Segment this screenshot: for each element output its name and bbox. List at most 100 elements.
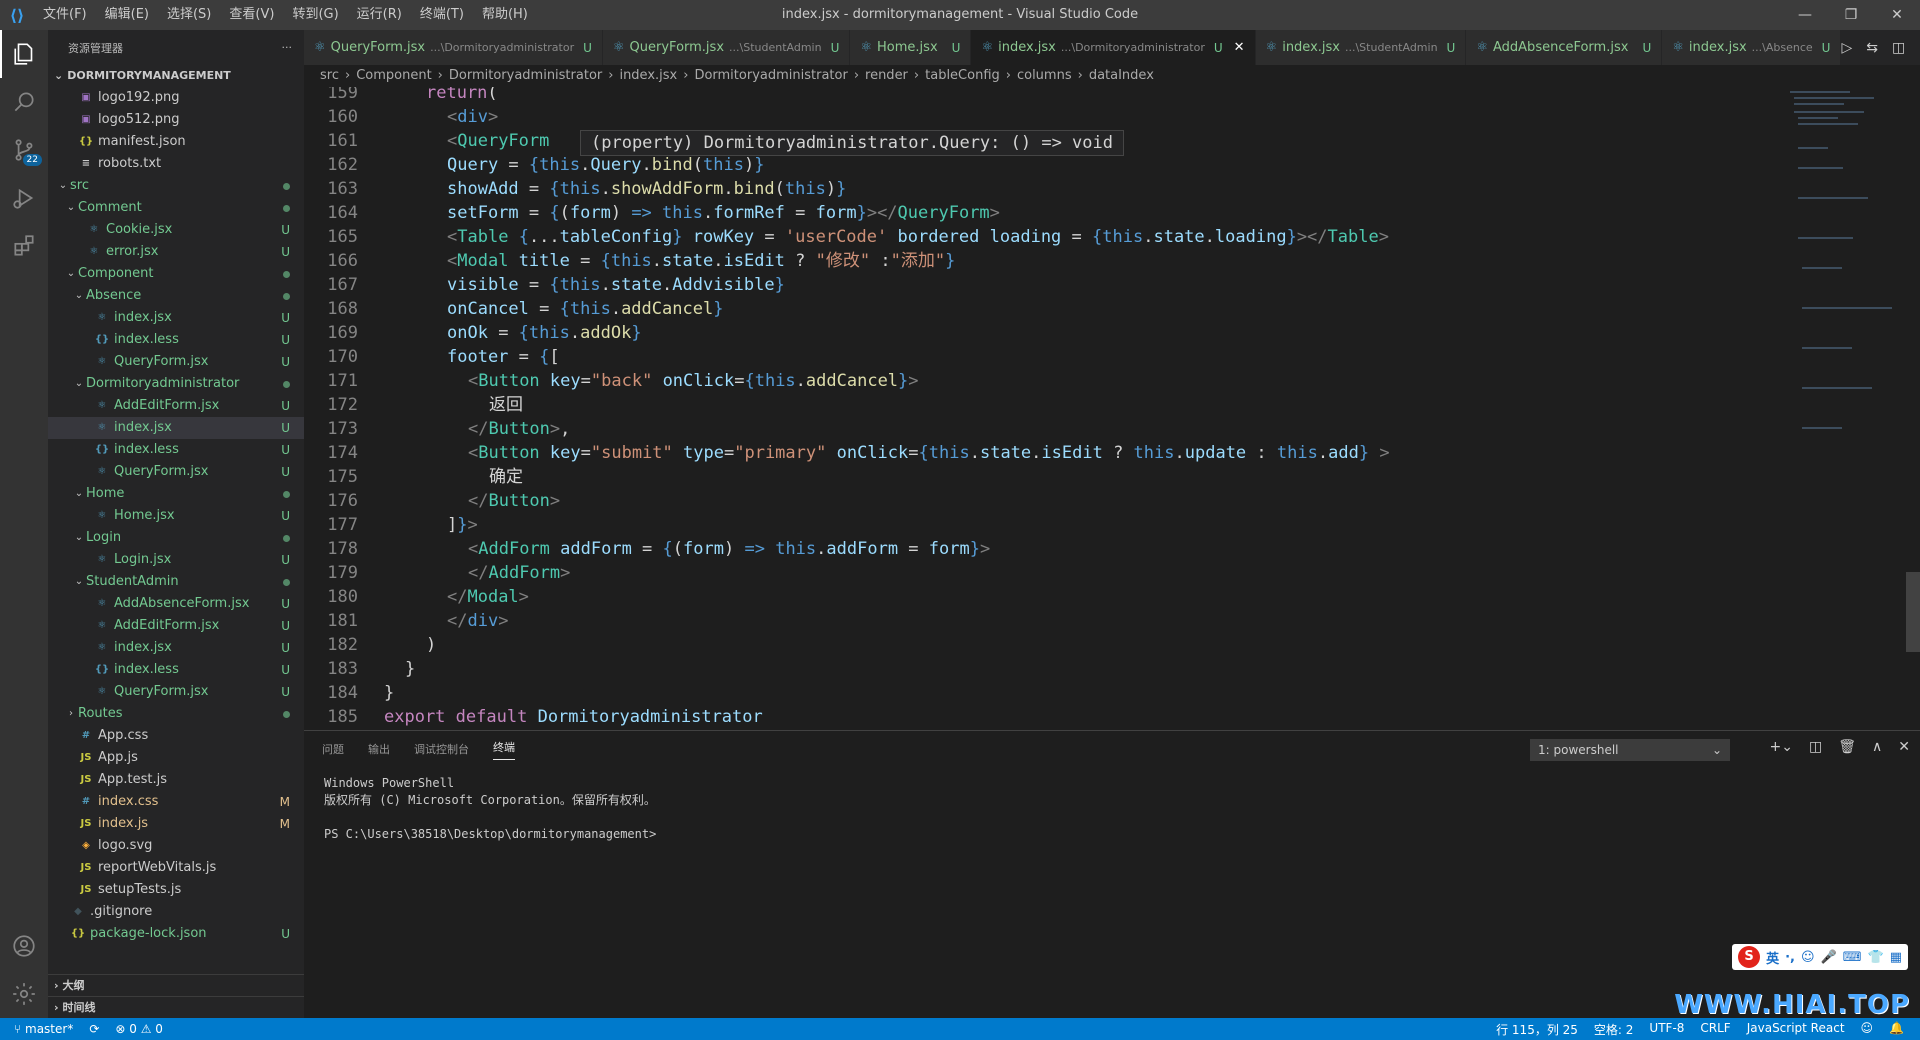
branch-indicator[interactable]: ⑂ master* [14,1022,73,1036]
tree-item[interactable]: ▣ logo192.png [48,87,304,109]
tree-item[interactable]: ⚛ QueryForm.jsx U [48,681,304,703]
breadcrumb-item[interactable]: tableConfig [925,65,1000,87]
editor-tab[interactable]: ⚛ AddAbsenceForm.jsx U [1466,30,1663,65]
punctuation-icon[interactable]: ·, [1785,950,1795,965]
tree-item[interactable]: ⚛ Login.jsx U [48,549,304,571]
tree-item[interactable]: ⌄ Dormitoryadministrator [48,373,304,395]
cursor-position[interactable]: 行 115，列 25 [1496,1021,1578,1038]
tree-item[interactable]: JS App.test.js [48,769,304,791]
new-terminal-icon[interactable]: +⌄ [1770,739,1793,755]
tree-item[interactable]: ⚛ Home.jsx U [48,505,304,527]
tree-item[interactable]: ◈ logo.svg [48,835,304,857]
terminal-select[interactable]: 1: powershell ⌄ [1530,739,1730,761]
more-actions-icon[interactable]: ··· [282,41,293,54]
language-mode[interactable]: JavaScript React [1747,1021,1845,1038]
panel-tab[interactable]: 终端 [493,739,515,760]
tree-item[interactable]: › Routes [48,703,304,725]
tree-item[interactable]: ⚛ QueryForm.jsx U [48,461,304,483]
extensions-icon[interactable] [0,222,48,270]
menu-item[interactable]: 转到(G) [283,0,347,30]
code-editor[interactable]: 185 export default Dormitoryadministrator… [304,87,1920,730]
run-icon[interactable]: ▷ [1841,40,1852,56]
tree-item[interactable]: ⌄ Home [48,483,304,505]
sync-icon[interactable]: ⟳ [89,1022,99,1036]
panel-tab[interactable]: 问题 [322,741,344,757]
settings-gear-icon[interactable] [0,970,48,1018]
menu-item[interactable]: 选择(S) [158,0,220,30]
open-changes-icon[interactable]: ⇆ [1866,40,1878,56]
mic-icon[interactable]: 🎤 [1821,950,1837,965]
tree-item[interactable]: ⚛ AddAbsenceForm.jsx U [48,593,304,615]
tree-item[interactable]: ⚛ index.jsx U [48,637,304,659]
sidebar-section[interactable]: › 时间线 [48,996,304,1018]
tree-item[interactable]: JS setupTests.js [48,879,304,901]
menu-item[interactable]: 文件(F) [34,0,96,30]
search-icon[interactable] [0,78,48,126]
tree-item[interactable]: ⌄ Component [48,263,304,285]
menu-item[interactable]: 编辑(E) [96,0,158,30]
editor-tab[interactable]: ⚛ Home.jsx U [850,30,972,65]
breadcrumb-item[interactable]: render [865,65,908,87]
keyboard-icon[interactable]: ⌨ [1843,950,1862,965]
tree-item[interactable]: ≡ robots.txt [48,153,304,175]
trash-icon[interactable]: 🗑 [1838,739,1856,755]
breadcrumb-item[interactable]: dataIndex [1089,65,1154,87]
editor-tab[interactable]: ⚛ index.jsx ...\StudentAdmin U [1255,30,1467,65]
tree-item[interactable]: ⚛ error.jsx U [48,241,304,263]
sidebar-section[interactable]: › 大纲 [48,974,304,996]
maximize-panel-icon[interactable]: ∧ [1872,739,1882,755]
breadcrumb-item[interactable]: src [320,65,339,87]
problems-indicator[interactable]: ⊗ 0 ⚠ 0 [115,1022,163,1036]
encoding[interactable]: UTF-8 [1649,1021,1684,1038]
scrollbar-thumb[interactable] [1906,572,1920,652]
minimap[interactable] [1786,87,1906,730]
minimize-icon[interactable]: — [1782,0,1828,30]
tree-item[interactable]: ◆ .gitignore [48,901,304,923]
ime-lang[interactable]: 英 [1766,948,1779,967]
account-icon[interactable] [0,922,48,970]
tree-item[interactable]: {} package-lock.json U [48,923,304,945]
breadcrumb-item[interactable]: Dormitoryadministrator [694,65,847,87]
tree-item[interactable]: # App.css [48,725,304,747]
tree-item[interactable]: ▣ logo512.png [48,109,304,131]
indentation[interactable]: 空格: 2 [1594,1021,1634,1038]
explorer-icon[interactable] [0,30,48,78]
bell-icon[interactable]: 🔔 [1889,1021,1904,1038]
tree-item[interactable]: JS App.js [48,747,304,769]
menu-item[interactable]: 帮助(H) [473,0,537,30]
ime-toolbar[interactable]: S 英 ·, ☺ 🎤 ⌨ 👕 ▦ [1732,944,1908,970]
tree-item[interactable]: ⚛ AddEditForm.jsx U [48,395,304,417]
editor-tab[interactable]: ⚛ QueryForm.jsx ...\Dormitoryadministrator… [304,30,603,65]
breadcrumb-item[interactable]: index.jsx [619,65,677,87]
tree-item[interactable]: {} index.less U [48,659,304,681]
tree-item[interactable]: {} index.less U [48,439,304,461]
run-debug-icon[interactable] [0,174,48,222]
close-icon[interactable]: ✕ [1874,0,1920,30]
line-ending[interactable]: CRLF [1700,1021,1730,1038]
breadcrumb-item[interactable]: columns [1017,65,1072,87]
menu-item[interactable]: 查看(V) [220,0,283,30]
skin-icon[interactable]: 👕 [1868,950,1884,965]
tree-item[interactable]: ⌄ Login [48,527,304,549]
menu-item[interactable]: 运行(R) [348,0,411,30]
editor-scrollbar[interactable] [1906,87,1920,730]
tree-item[interactable]: ⚛ index.jsx U [48,417,304,439]
tree-item[interactable]: ⚛ Cookie.jsx U [48,219,304,241]
restore-icon[interactable]: ❐ [1828,0,1874,30]
split-editor-icon[interactable]: ◫ [1892,40,1905,56]
tree-item[interactable]: ⚛ index.jsx U [48,307,304,329]
tree-item[interactable]: ⌄ StudentAdmin [48,571,304,593]
feedback-icon[interactable]: ☺ [1861,1021,1874,1038]
editor-tab[interactable]: ⚛ index.jsx ...\Absence U [1662,30,1842,65]
tree-item[interactable]: JS reportWebVitals.js [48,857,304,879]
panel-tab[interactable]: 输出 [368,741,390,757]
toolbox-icon[interactable]: ▦ [1890,950,1902,965]
breadcrumb-item[interactable]: Dormitoryadministrator [449,65,602,87]
breadcrumb-item[interactable]: Component [356,65,431,87]
terminal-output[interactable]: Windows PowerShell 版权所有 (C) Microsoft Cor… [304,767,1920,851]
editor-tab[interactable]: ⚛ QueryForm.jsx ...\StudentAdmin U [602,30,851,65]
editor-tab[interactable]: ⚛ index.jsx ...\Dormitoryadministrator U ✕ [971,30,1256,65]
panel-tab[interactable]: 调试控制台 [414,741,469,757]
tree-item[interactable]: {} index.less U [48,329,304,351]
source-control-icon[interactable]: 22 [0,126,48,174]
